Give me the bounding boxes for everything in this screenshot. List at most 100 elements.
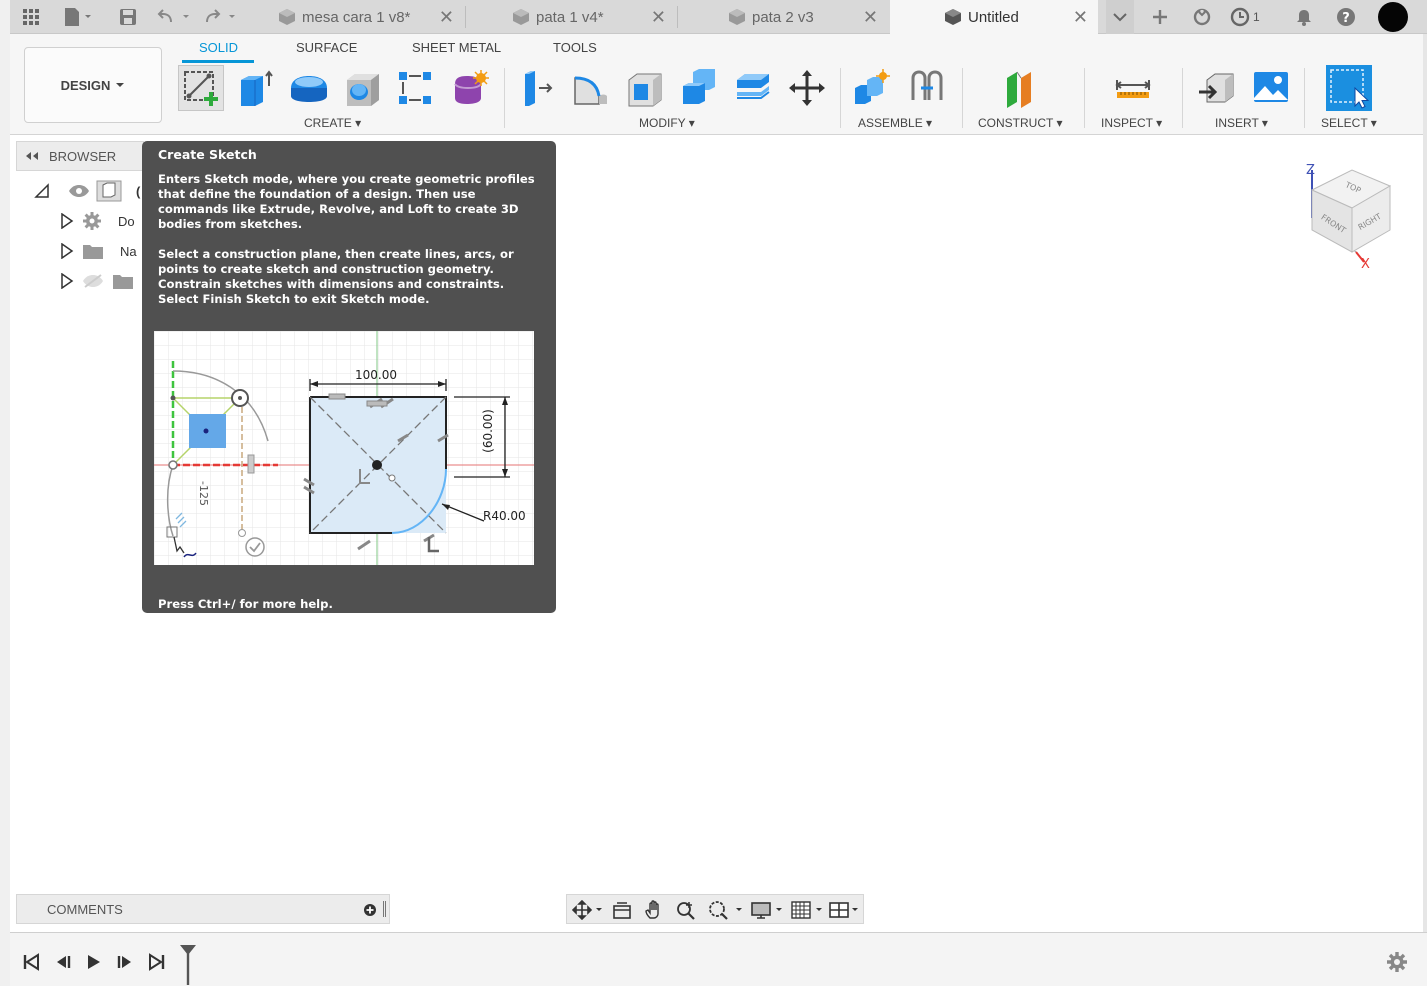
go-to-start-icon[interactable] [20, 951, 42, 973]
play-icon[interactable] [82, 951, 104, 973]
tab-untitled[interactable]: Untitled ✕ [890, 0, 1098, 34]
construct-group-label[interactable]: CONSTRUCT ▾ [978, 116, 1062, 130]
timeline-settings-gear-icon[interactable] [1386, 951, 1408, 973]
revolve-button[interactable] [286, 65, 332, 111]
move-copy-button[interactable] [784, 65, 830, 111]
tab-pata-1[interactable]: pata 1 v4* ✕ [466, 0, 676, 34]
zoom-icon[interactable] [675, 899, 697, 921]
tab-surface[interactable]: SURFACE [296, 40, 357, 55]
document-cube-icon [513, 9, 529, 25]
new-component-button[interactable] [848, 65, 894, 111]
insert-derive-button[interactable] [1194, 65, 1240, 111]
tree-item-origin[interactable] [30, 268, 140, 294]
tree-item-label: Na [120, 243, 137, 259]
inspect-group-label[interactable]: INSPECT ▾ [1101, 116, 1162, 130]
go-to-end-icon[interactable] [146, 951, 168, 973]
tree-item-document-settings[interactable]: Do [30, 208, 135, 234]
measure-button[interactable] [1110, 65, 1156, 111]
joint-button[interactable] [904, 65, 950, 111]
tooltip-footer: Press Ctrl+/ for more help. [158, 597, 333, 611]
offset-plane-button[interactable] [998, 65, 1044, 111]
insert-group-label[interactable]: INSERT ▾ [1215, 116, 1268, 130]
collapse-panel-icon[interactable] [25, 151, 39, 161]
expand-triangle-icon[interactable] [60, 273, 74, 289]
comments-panel-header[interactable]: COMMENTS [16, 894, 390, 924]
modify-group-label[interactable]: MODIFY ▾ [639, 116, 695, 130]
axis-x-label: X [1361, 257, 1370, 270]
axis-z-label: Z [1306, 163, 1315, 178]
tree-item-label: Do [118, 213, 135, 229]
create-sketch-icon [184, 71, 218, 106]
tree-root-row[interactable]: ( [30, 178, 140, 204]
step-back-icon[interactable] [52, 951, 74, 973]
expanded-triangle-icon[interactable] [34, 183, 50, 199]
file-menu-icon[interactable] [60, 0, 96, 34]
create-form-button[interactable] [446, 65, 492, 111]
viewports-icon[interactable] [827, 899, 863, 921]
fillet-button[interactable] [568, 65, 614, 111]
orbit-icon[interactable] [571, 899, 605, 921]
expand-triangle-icon[interactable] [60, 213, 74, 229]
timeline-marker[interactable] [178, 943, 198, 985]
undo-icon[interactable] [156, 0, 192, 34]
user-avatar[interactable] [1376, 0, 1410, 34]
grid-settings-icon[interactable] [789, 899, 827, 921]
shell-button[interactable] [622, 65, 668, 111]
tab-pata-2[interactable]: pata 2 v3 ✕ [678, 0, 888, 34]
redo-icon[interactable] [202, 0, 238, 34]
view-cube[interactable]: Z X TOP FRONT RIGHT [1300, 160, 1400, 272]
extensions-icon[interactable] [1190, 0, 1214, 34]
hole-icon [347, 74, 379, 106]
help-icon[interactable]: ? [1334, 0, 1358, 34]
close-tab-icon[interactable]: ✕ [1073, 7, 1088, 28]
toolbar-ribbon: DESIGN SOLID SURFACE SHEET METAL TOOLS C… [10, 34, 1423, 135]
close-tab-icon[interactable]: ✕ [863, 7, 878, 28]
display-settings-icon[interactable] [749, 899, 787, 921]
job-count: 1 [1253, 10, 1260, 24]
window-right-edge [1423, 34, 1427, 932]
pan-hand-icon[interactable] [643, 899, 665, 921]
visibility-eye-icon[interactable] [68, 184, 90, 198]
gear-icon [83, 212, 101, 230]
create-sketch-button[interactable] [178, 65, 224, 111]
extrude-button[interactable] [232, 65, 278, 111]
select-button[interactable] [1326, 65, 1372, 111]
workspace-switcher-button[interactable]: DESIGN [24, 47, 162, 123]
combine-button[interactable] [676, 65, 722, 111]
hole-button[interactable] [340, 65, 386, 111]
press-pull-button[interactable] [514, 65, 560, 111]
browser-panel-header[interactable]: BROWSER [16, 141, 144, 171]
pattern-button[interactable] [392, 65, 438, 111]
tooltip-illustration: -125 100.00 (60.00) R40.00 [154, 331, 534, 565]
new-tab-plus-icon[interactable] [1148, 0, 1172, 34]
hidden-eye-icon[interactable] [82, 274, 104, 288]
notifications-bell-icon[interactable] [1292, 0, 1316, 34]
assemble-group-label[interactable]: ASSEMBLE ▾ [858, 116, 932, 130]
tab-tools[interactable]: TOOLS [553, 40, 597, 55]
app-grid-icon[interactable] [18, 0, 44, 34]
select-group-label[interactable]: SELECT ▾ [1321, 116, 1377, 130]
close-tab-icon[interactable]: ✕ [651, 7, 666, 28]
create-sketch-tooltip: Create Sketch Enters Sketch mode, where … [142, 141, 556, 613]
tooltip-title: Create Sketch [158, 147, 257, 162]
root-label: ( [136, 183, 141, 199]
step-forward-icon[interactable] [114, 951, 136, 973]
tab-overflow-chevron-icon[interactable] [1106, 0, 1134, 34]
job-status-clock-icon[interactable]: 1 [1230, 0, 1272, 34]
expand-triangle-icon[interactable] [60, 243, 74, 259]
look-at-icon[interactable] [611, 899, 633, 921]
save-icon[interactable] [116, 0, 140, 34]
tab-sheet-metal[interactable]: SHEET METAL [412, 40, 501, 55]
insert-canvas-button[interactable] [1248, 65, 1294, 111]
offset-face-button[interactable] [730, 65, 776, 111]
panel-resize-handle[interactable] [383, 901, 386, 917]
create-group-label[interactable]: CREATE ▾ [304, 116, 361, 130]
add-comment-plus-icon[interactable] [363, 903, 377, 917]
tab-mesa-cara[interactable]: mesa cara 1 v8* ✕ [252, 0, 464, 34]
close-tab-icon[interactable]: ✕ [439, 7, 454, 28]
width-dimension-label: 100.00 [355, 368, 397, 382]
navigation-bar [566, 894, 864, 924]
tree-item-named-views[interactable]: Na [30, 238, 137, 264]
tab-solid[interactable]: SOLID [199, 40, 238, 55]
zoom-window-icon[interactable] [707, 899, 745, 921]
